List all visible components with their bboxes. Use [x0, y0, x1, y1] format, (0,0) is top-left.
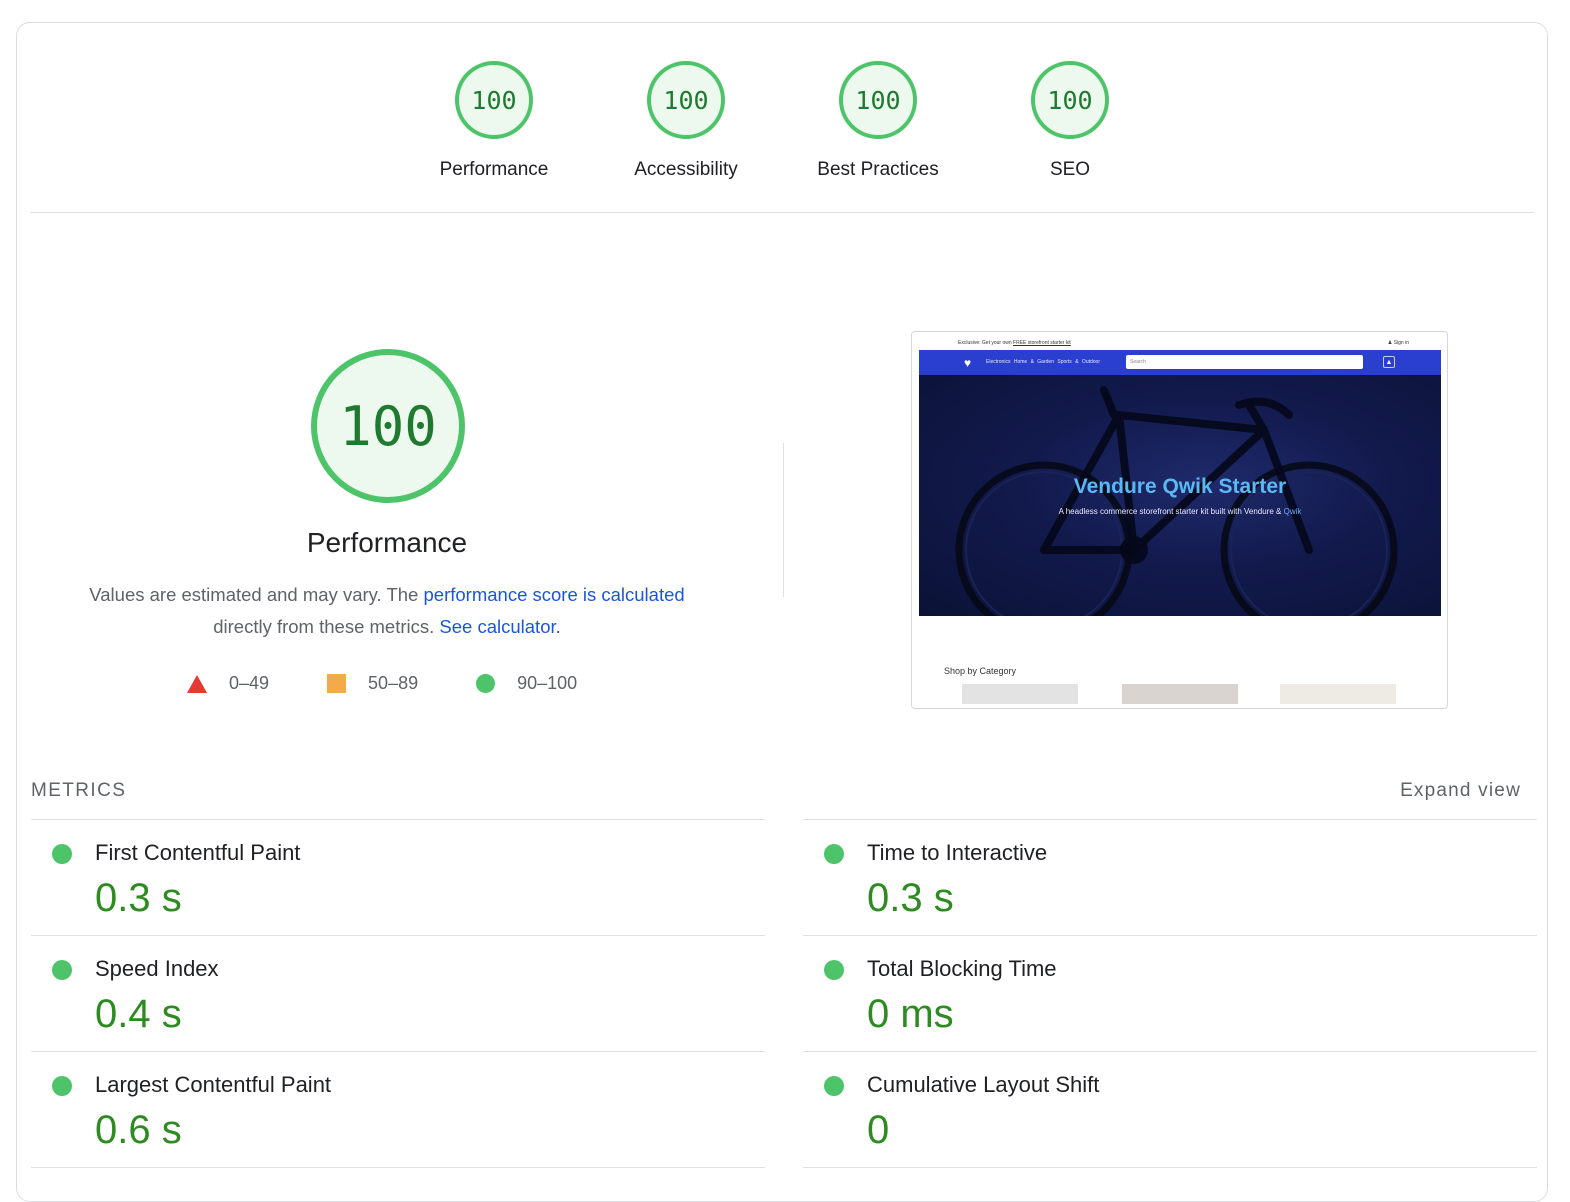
pass-circle-icon [52, 1076, 72, 1096]
metric-value: 0 ms [867, 992, 954, 1036]
metric-cumulative-layout-shift: Cumulative Layout Shift 0 [803, 1051, 1537, 1167]
score-circle: 100 [839, 61, 917, 139]
metric-value: 0.3 s [95, 876, 182, 920]
metric-time-to-interactive: Time to Interactive 0.3 s [803, 819, 1537, 935]
metrics-heading: METRICS [31, 780, 127, 801]
divider [31, 1167, 765, 1168]
metric-label: Total Blocking Time [867, 956, 1057, 981]
metrics-column-left: First Contentful Paint 0.3 s Speed Index… [31, 819, 765, 1168]
legend-range: 90–100 [517, 673, 578, 693]
category-thumb [1280, 684, 1396, 704]
metric-label: First Contentful Paint [95, 840, 301, 865]
divider [803, 1167, 1537, 1168]
gauge-performance[interactable]: 100 Performance [398, 61, 590, 181]
lighthouse-report-card: 100 Performance 100 Accessibility 100 Be… [16, 22, 1548, 1202]
category-gauges: 100 Performance 100 Accessibility 100 Be… [17, 61, 1547, 181]
circle-icon [476, 674, 496, 693]
desc-text: Values are estimated and may vary. The [89, 584, 424, 605]
gauge-label: Performance [439, 159, 549, 180]
legend-pass: 90–100 [476, 673, 577, 694]
nav-links: Electronics Home & Garden Sports & Outdo… [986, 359, 1100, 365]
pass-circle-icon [824, 844, 844, 864]
metric-value: 0.4 s [95, 992, 182, 1036]
promo-text: Exclusive: Get your own FREE storefront … [958, 340, 1071, 346]
category-thumb [962, 684, 1078, 704]
hero-subtitle: A headless commerce storefront starter k… [1058, 507, 1302, 516]
gauge-accessibility[interactable]: 100 Accessibility [590, 61, 782, 181]
performance-title: Performance [306, 527, 468, 558]
pass-circle-icon [52, 960, 72, 980]
metrics-column-right: Time to Interactive 0.3 s Total Blocking… [803, 819, 1537, 1168]
metric-total-blocking-time: Total Blocking Time 0 ms [803, 935, 1537, 1051]
score-circle: 100 [647, 61, 725, 139]
divider [30, 212, 1534, 213]
expand-view-toggle[interactable]: Expand view [1400, 780, 1521, 802]
shop-by-category-heading: Shop by Category [944, 666, 1017, 676]
score-calculated-link[interactable]: performance score is calculated [424, 584, 685, 605]
gauge-label: SEO [1049, 159, 1091, 180]
legend-range: 0–49 [229, 673, 270, 693]
score-legend: 0–49 50–89 90–100 [187, 673, 635, 694]
sign-in-text: ♟ Sign in [1387, 340, 1409, 346]
metric-value: 0.3 s [867, 876, 954, 920]
vertical-divider [783, 443, 784, 597]
hero-title: Vendure Qwik Starter [1073, 475, 1287, 498]
hero-banner: Vendure Qwik Starter A headless commerce… [919, 375, 1441, 616]
metric-largest-contentful-paint: Largest Contentful Paint 0.6 s [31, 1051, 765, 1167]
final-screenshot[interactable]: Exclusive: Get your own FREE storefront … [911, 331, 1448, 709]
legend-fail: 0–49 [187, 673, 269, 694]
pass-circle-icon [52, 844, 72, 864]
gauge-label: Accessibility [634, 159, 738, 180]
pass-circle-icon [824, 1076, 844, 1096]
performance-score-gauge: 100 [311, 349, 465, 503]
performance-description: Values are estimated and may vary. The p… [37, 579, 737, 643]
metric-value: 0 [867, 1108, 890, 1152]
see-calculator-link[interactable]: See calculator. [439, 616, 560, 637]
triangle-icon [187, 674, 207, 693]
search-field: Search [1126, 355, 1363, 369]
cart-icon: ▲ [1383, 356, 1395, 368]
screenshot-topbar: Exclusive: Get your own FREE storefront … [912, 338, 1447, 350]
heart-logo-icon: ♥ [964, 356, 972, 370]
score-circle: 100 [1031, 61, 1109, 139]
metric-speed-index: Speed Index 0.4 s [31, 935, 765, 1051]
metric-label: Cumulative Layout Shift [867, 1072, 1100, 1097]
square-icon [327, 674, 347, 693]
metric-value: 0.6 s [95, 1108, 182, 1152]
metric-label: Largest Contentful Paint [95, 1072, 332, 1097]
pass-circle-icon [824, 960, 844, 980]
metric-label: Time to Interactive [867, 840, 1048, 865]
gauge-seo[interactable]: 100 SEO [974, 61, 1166, 181]
screenshot-navbar: ♥ Electronics Home & Garden Sports & Out… [919, 350, 1441, 375]
gauge-best-practices[interactable]: 100 Best Practices [782, 61, 974, 181]
legend-range: 50–89 [368, 673, 419, 693]
legend-average: 50–89 [327, 673, 418, 694]
score-circle: 100 [455, 61, 533, 139]
metric-first-contentful-paint: First Contentful Paint 0.3 s [31, 819, 765, 935]
gauge-label: Best Practices [817, 159, 939, 180]
desc-text: directly from these metrics. [213, 616, 440, 637]
metric-label: Speed Index [95, 956, 219, 981]
category-thumb [1122, 684, 1238, 704]
